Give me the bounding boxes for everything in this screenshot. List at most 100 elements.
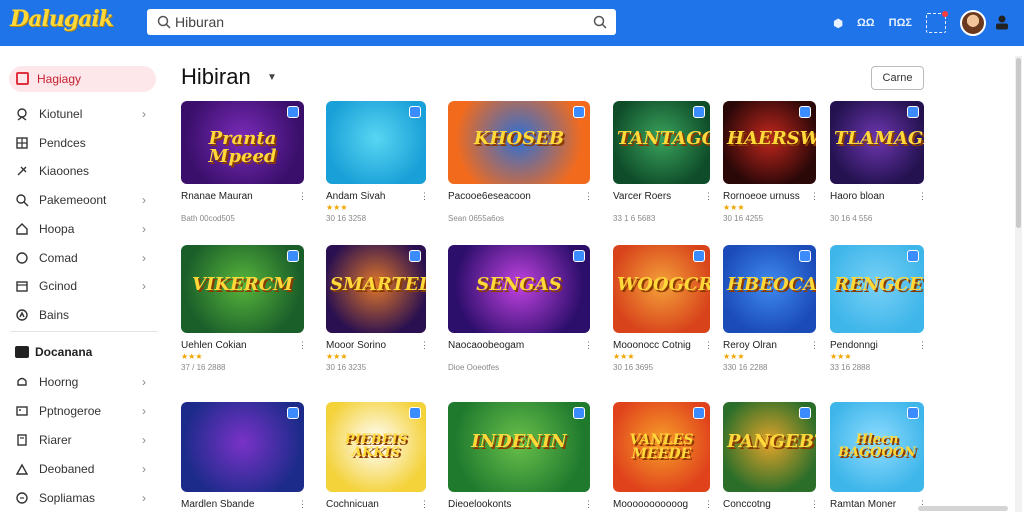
page-title: Hibiran: [181, 64, 251, 89]
sidebar-section-item-5[interactable]: Sopliamas ›: [15, 488, 150, 508]
rating-stars: ★★★: [326, 203, 348, 212]
more-options-icon[interactable]: ⋮: [420, 191, 429, 202]
game-thumbnail[interactable]: HBEOCAN: [723, 245, 816, 333]
game-meta: 37 / 16 2888: [181, 363, 226, 372]
game-meta: 30 16 3258: [326, 214, 367, 223]
sidebar-item-1[interactable]: Kiotunel ›: [15, 104, 150, 124]
info-icon: [693, 106, 705, 118]
info-icon: [799, 106, 811, 118]
top-link-1[interactable]: ΩΩ: [857, 17, 875, 29]
sidebar-item-label: Pptnogeroe: [39, 404, 102, 418]
sidebar-item-label: Gcinod: [39, 279, 78, 294]
more-options-icon[interactable]: ⋮: [584, 499, 593, 510]
rating-stars: ★★★: [723, 352, 745, 361]
more-options-icon[interactable]: ⋮: [918, 191, 927, 202]
more-options-icon[interactable]: ⋮: [298, 191, 307, 202]
top-link-2[interactable]: ΠΩΣ: [889, 17, 912, 29]
game-thumbnail[interactable]: TLAMAGD: [830, 101, 924, 184]
game-thumbnail[interactable]: VANLES MEEDE: [613, 402, 710, 492]
notifications-icon[interactable]: [926, 11, 948, 33]
settings-icon[interactable]: ⬢: [833, 17, 843, 30]
more-options-icon[interactable]: ⋮: [420, 340, 429, 351]
scrollbar-thumb[interactable]: [1016, 58, 1021, 228]
game-thumbnail[interactable]: [181, 402, 304, 492]
game-meta: Sean 0655a6os: [448, 214, 505, 223]
info-icon: [907, 407, 919, 419]
sidebar-divider: [10, 331, 158, 332]
more-options-icon[interactable]: ⋮: [810, 340, 819, 351]
game-name: Uehlen Cokian: [181, 340, 247, 351]
game-meta: 30 16 3695: [613, 363, 654, 372]
chat-icon: [16, 251, 28, 264]
more-options-icon[interactable]: ⋮: [584, 191, 593, 202]
sidebar-section-item-3[interactable]: Riarer ›: [15, 430, 150, 450]
game-thumbnail[interactable]: INDENIN: [448, 402, 590, 492]
sidebar-item-3[interactable]: Kiaoones: [15, 161, 150, 181]
more-options-icon[interactable]: ⋮: [810, 499, 819, 510]
home-icon: [16, 222, 28, 235]
sidebar-section-item-1[interactable]: Hoorng ›: [15, 372, 150, 392]
sidebar-section-item-4[interactable]: Deobaned ›: [15, 459, 150, 479]
sidebar-item-7[interactable]: Gcinod ›: [15, 276, 150, 296]
sidebar-item-2[interactable]: Pendces: [15, 133, 150, 153]
more-options-icon[interactable]: ⋮: [420, 499, 429, 510]
game-thumbnail[interactable]: RENGCE: [830, 245, 924, 333]
app-logo[interactable]: Dalugaik: [10, 6, 114, 32]
game-art-title: RENGCE: [834, 274, 923, 295]
game-thumbnail[interactable]: SMARTEDO: [326, 245, 426, 333]
chevron-right-icon: ›: [142, 250, 146, 265]
more-options-icon[interactable]: ⋮: [704, 340, 713, 351]
sidebar: Hagiagy Kiotunel › Pendces Kiaoones Pakemeoo…: [0, 46, 160, 512]
sidebar-item-5[interactable]: Hoopa ›: [15, 219, 150, 239]
game-meta: 30 16 4255: [723, 214, 764, 223]
game-name: Andam Sivah: [326, 191, 386, 202]
game-thumbnail[interactable]: SENGAS: [448, 245, 590, 333]
sidebar-item-8[interactable]: Bains: [15, 305, 150, 325]
more-options-icon[interactable]: ⋮: [918, 340, 927, 351]
info-icon: [287, 250, 299, 262]
search-bar[interactable]: [147, 9, 616, 35]
more-options-icon[interactable]: ⋮: [704, 191, 713, 202]
sidebar-item-4[interactable]: Pakemeoont ›: [15, 190, 150, 210]
game-thumbnail[interactable]: Hlecn BAGOOON: [830, 402, 924, 492]
game-thumbnail[interactable]: PANGEBT: [723, 402, 816, 492]
search-input[interactable]: [175, 13, 565, 31]
game-thumbnail[interactable]: VIKERCM: [181, 245, 304, 333]
folder-icon: [15, 346, 29, 358]
pin-icon: [17, 166, 27, 176]
game-art-title: SMARTEDO: [330, 274, 426, 295]
horizontal-scrollbar[interactable]: [918, 506, 1008, 511]
info-icon: [409, 407, 421, 419]
chevron-down-icon[interactable]: ▼: [267, 72, 277, 83]
sidebar-item-label: Sopliamas: [39, 491, 96, 505]
more-options-icon[interactable]: ⋮: [298, 499, 307, 510]
sidebar-item-6[interactable]: Comad ›: [15, 248, 150, 268]
avatar[interactable]: [960, 10, 986, 36]
game-thumbnail[interactable]: WOOGCRON: [613, 245, 710, 333]
user-menu-icon[interactable]: [994, 14, 1010, 30]
info-icon: [799, 407, 811, 419]
more-options-icon[interactable]: ⋮: [298, 340, 307, 351]
sidebar-section-item-2[interactable]: Pptnogeroe ›: [15, 401, 150, 421]
game-button[interactable]: Carne: [871, 66, 924, 90]
more-options-icon[interactable]: ⋮: [810, 191, 819, 202]
game-thumbnail[interactable]: HAERSWAS: [723, 101, 816, 184]
game-meta: 33 1 6 5683: [613, 214, 656, 223]
game-thumbnail[interactable]: [326, 101, 426, 184]
game-thumbnail[interactable]: TANTAGON: [613, 101, 710, 184]
more-options-icon[interactable]: ⋮: [704, 499, 713, 510]
sidebar-item-active[interactable]: Hagiagy: [9, 66, 156, 92]
sidebar-item-label: Riarer: [39, 433, 72, 447]
sidebar-item-label: Hagiagy: [37, 72, 82, 86]
info-icon: [693, 250, 705, 262]
game-name: Rornoeoe urnuss: [723, 191, 800, 202]
info-icon: [799, 250, 811, 262]
game-thumbnail[interactable]: Pranta Mpeed: [181, 101, 304, 184]
info-icon: [287, 407, 299, 419]
game-thumbnail[interactable]: KHOSEB: [448, 101, 590, 184]
game-art-title: HBEOCAN: [727, 274, 816, 295]
game-thumbnail[interactable]: PIEBEIS AKKIS: [326, 402, 426, 492]
more-options-icon[interactable]: ⋮: [584, 340, 593, 351]
search-submit-icon[interactable]: [592, 14, 608, 30]
sidebar-item-label: Comad: [39, 250, 78, 265]
